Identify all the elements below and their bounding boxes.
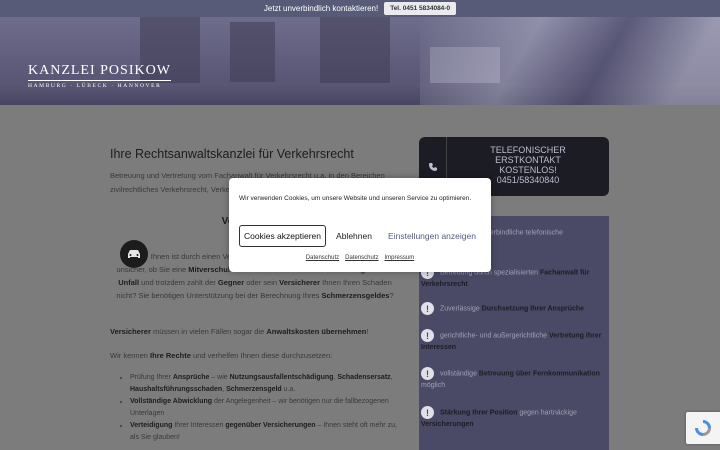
benefit-item: ! Stärkung Ihrer Position gegen hartnäcki… <box>421 406 577 429</box>
cookie-message: Wir verwenden Cookies, um unsere Website… <box>239 195 472 202</box>
cookie-settings-button[interactable]: Einstellungen anzeigen <box>387 225 477 247</box>
cookie-consent-dialog: Wir verwenden Cookies, um unsere Website… <box>229 178 491 272</box>
reject-cookies-button[interactable]: Ablehnen <box>333 225 375 247</box>
list-item: Prüfung Ihrer Ansprüche – wie Nutzungsau… <box>130 372 400 396</box>
top-contact-bar: Jetzt unverbindlich kontaktieren! Tel. 0… <box>0 0 720 17</box>
rights-paragraph: Wir kennen Ihre Rechte und verhelfen Ihn… <box>110 351 333 360</box>
insurer-paragraph: Versicherer müssen in vielen Fällen soga… <box>110 327 369 336</box>
privacy-link[interactable]: Datenschutz <box>306 255 339 261</box>
benefit-item: ! gerichtliche- und außergerichtliche Ver… <box>421 329 602 352</box>
list-item: Verteidigung Ihrer Interessen gegenüber … <box>130 420 400 444</box>
logo-name: KANZLEI POSIKOW <box>28 63 171 81</box>
exclamation-icon: ! <box>421 302 434 315</box>
exclamation-icon: ! <box>421 367 434 380</box>
services-list: Prüfung Ihrer Ansprüche – wie Nutzungsau… <box>120 372 400 444</box>
imprint-link[interactable]: Impressum <box>385 255 415 261</box>
list-item: Vollständige Abwicklung der Angelegenhei… <box>130 396 400 420</box>
privacy-link-2[interactable]: Datenschutz <box>345 255 378 261</box>
logo[interactable]: KANZLEI POSIKOW HAMBURG · LÜBECK · HANNO… <box>28 63 171 89</box>
benefit-item: ! vollständige Betreuung über Fernkommuni… <box>421 367 600 390</box>
exclamation-icon: ! <box>421 329 434 342</box>
phone-button[interactable]: Tel. 0451 5834084-0 <box>384 2 457 15</box>
recaptcha-icon <box>695 420 711 436</box>
hero-banner: KANZLEI POSIKOW HAMBURG · LÜBECK · HANNO… <box>0 17 720 105</box>
cookie-links: Datenschutz Datenschutz Impressum <box>229 255 491 261</box>
exclamation-icon: ! <box>421 406 434 419</box>
page-title: Ihre Rechtsanwaltskanzlei für Verkehrsre… <box>110 147 354 161</box>
logo-cities: HAMBURG · LÜBECK · HANNOVER <box>28 83 162 89</box>
car-image <box>420 17 720 105</box>
benefit-item: ! Zuverlässige Durchsetzung Ihrer Ansprüc… <box>421 302 607 315</box>
contact-prompt: Jetzt unverbindlich kontaktieren! <box>263 4 379 13</box>
accept-cookies-button[interactable]: Cookies akzeptieren <box>239 225 326 247</box>
recaptcha-badge[interactable] <box>686 412 720 444</box>
